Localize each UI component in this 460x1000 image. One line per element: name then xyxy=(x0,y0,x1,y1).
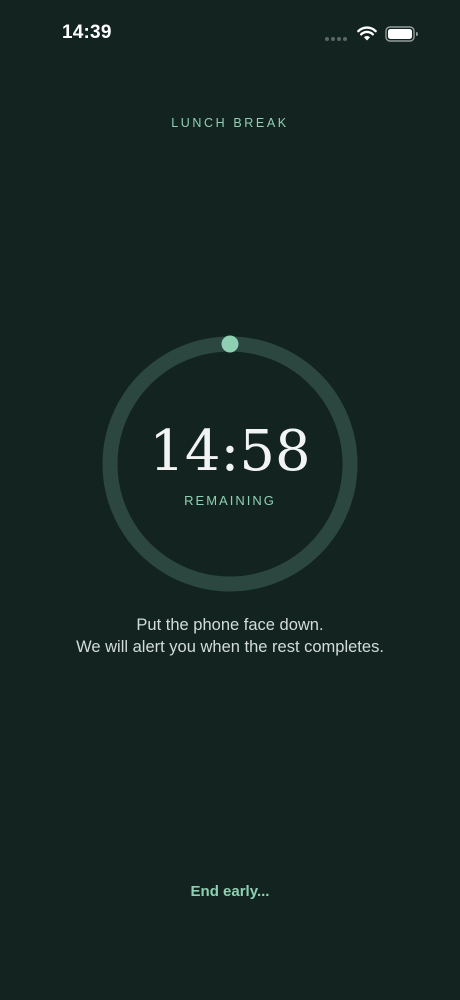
time-remaining-value: 14:58 xyxy=(149,419,311,484)
session-title: LUNCH BREAK xyxy=(171,116,289,130)
instruction-line-2: We will alert you when the rest complete… xyxy=(76,638,384,656)
instruction-message: Put the phone face down. We will alert y… xyxy=(0,614,460,658)
end-early-button[interactable]: End early... xyxy=(170,878,290,904)
wifi-icon xyxy=(357,26,377,41)
status-bar-time: 14:39 xyxy=(62,22,112,43)
battery-icon xyxy=(385,26,418,42)
instruction-line-1: Put the phone face down. xyxy=(136,616,324,634)
time-remaining-label: REMAINING xyxy=(184,493,276,508)
signal-dots-icon xyxy=(325,37,347,41)
progress-knob xyxy=(221,335,239,353)
break-timer-screen: 14:39 LUNCH BREAK 14:58 REMAINING Put th… xyxy=(0,0,460,1000)
